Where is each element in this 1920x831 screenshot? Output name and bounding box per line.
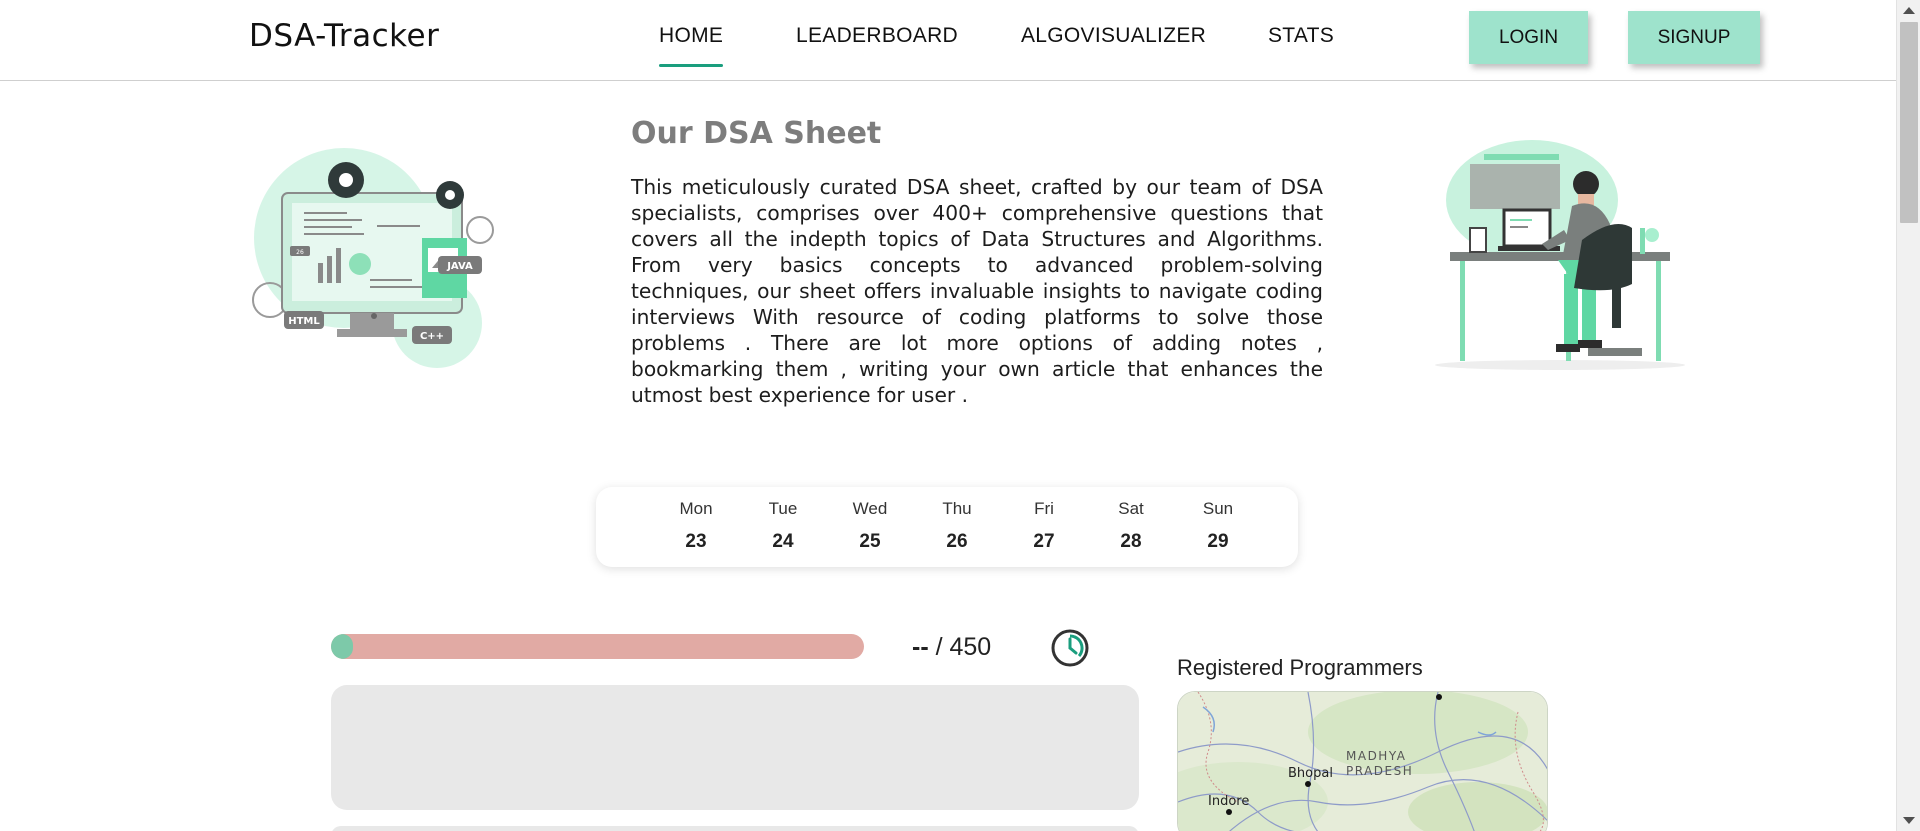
sheet-description: This meticulously curated DSA sheet, cra… (631, 175, 1323, 407)
calendar-day[interactable]: Sat 28 (1096, 499, 1166, 553)
total-count: 450 (949, 633, 992, 661)
calendar-day[interactable]: Wed 25 (835, 499, 905, 553)
progress-bar-fill (331, 634, 353, 659)
day-date: 23 (685, 531, 707, 552)
java-badge: JAVA (446, 261, 473, 272)
day-date: 26 (946, 531, 968, 552)
topic-card-placeholder (331, 685, 1139, 810)
day-date: 25 (859, 531, 881, 552)
coding-illustration: JAVA HTML C++ 26 (252, 148, 494, 368)
brand-logo[interactable]: DSA-Tracker (249, 18, 439, 54)
login-button[interactable]: LOGIN (1469, 11, 1588, 64)
calendar-day[interactable]: Sun 29 (1183, 499, 1253, 553)
day-name: Fri (1034, 499, 1054, 518)
nav-link-algovisualizer[interactable]: ALGOVISUALIZER (1021, 24, 1206, 48)
day-name: Sun (1202, 499, 1234, 518)
page-title: Our DSA Sheet (631, 116, 882, 151)
week-calendar: Mon 23 Tue 24 Wed 25 Thu 26 Fri 27 Sat 2… (596, 487, 1298, 567)
nav-link-home[interactable]: HOME (659, 24, 724, 67)
day-date: 27 (1033, 531, 1055, 552)
topic-card-placeholder (331, 826, 1139, 831)
day-date: 29 (1207, 531, 1229, 552)
programmers-map[interactable]: Bhopal Indore MADHYA PRADESH (1177, 691, 1548, 831)
scroll-down-arrow-icon[interactable] (1903, 817, 1915, 824)
progress-bar (331, 634, 864, 659)
navbar: DSA-Tracker HOME LEADERBOARD ALGOVISUALI… (0, 0, 1896, 81)
day-name: Tue (768, 499, 798, 518)
day-name: Wed (852, 499, 888, 518)
cpp-badge: C++ (420, 331, 444, 342)
scrollbar-thumb[interactable] (1900, 22, 1918, 223)
day-name: Thu (942, 499, 972, 518)
page-scrollbar[interactable] (1896, 0, 1920, 831)
calendar-day[interactable]: Fri 27 (1009, 499, 1079, 553)
map-title: Registered Programmers (1177, 655, 1423, 680)
day-date: 28 (1120, 531, 1142, 552)
number-badge: 26 (296, 249, 304, 256)
calendar-day[interactable]: Thu 26 (922, 499, 992, 553)
day-name: Mon (679, 499, 713, 518)
map-label-region: MADHYA (1346, 749, 1406, 763)
day-name: Sat (1118, 499, 1144, 518)
signup-button[interactable]: SIGNUP (1628, 11, 1760, 64)
map-tiles: Bhopal Indore MADHYA PRADESH (1178, 692, 1547, 831)
calendar-day[interactable]: Mon 23 (661, 499, 731, 553)
solved-count: -- (912, 633, 929, 661)
day-date: 24 (772, 531, 794, 552)
clock-icon[interactable] (1050, 628, 1090, 668)
map-label-bhopal: Bhopal (1288, 766, 1333, 781)
progress-count: -- / 450 (912, 633, 991, 662)
nav-link-leaderboard[interactable]: LEADERBOARD (796, 24, 958, 48)
html-badge: HTML (288, 316, 320, 327)
progress-separator: / (928, 633, 950, 661)
programmer-at-desk-illustration (1435, 140, 1685, 370)
map-label-region: PRADESH (1346, 764, 1413, 778)
nav-link-stats[interactable]: STATS (1268, 24, 1334, 48)
calendar-day[interactable]: Tue 24 (748, 499, 818, 553)
map-label-indore: Indore (1208, 794, 1249, 809)
scroll-up-arrow-icon[interactable] (1903, 7, 1915, 14)
